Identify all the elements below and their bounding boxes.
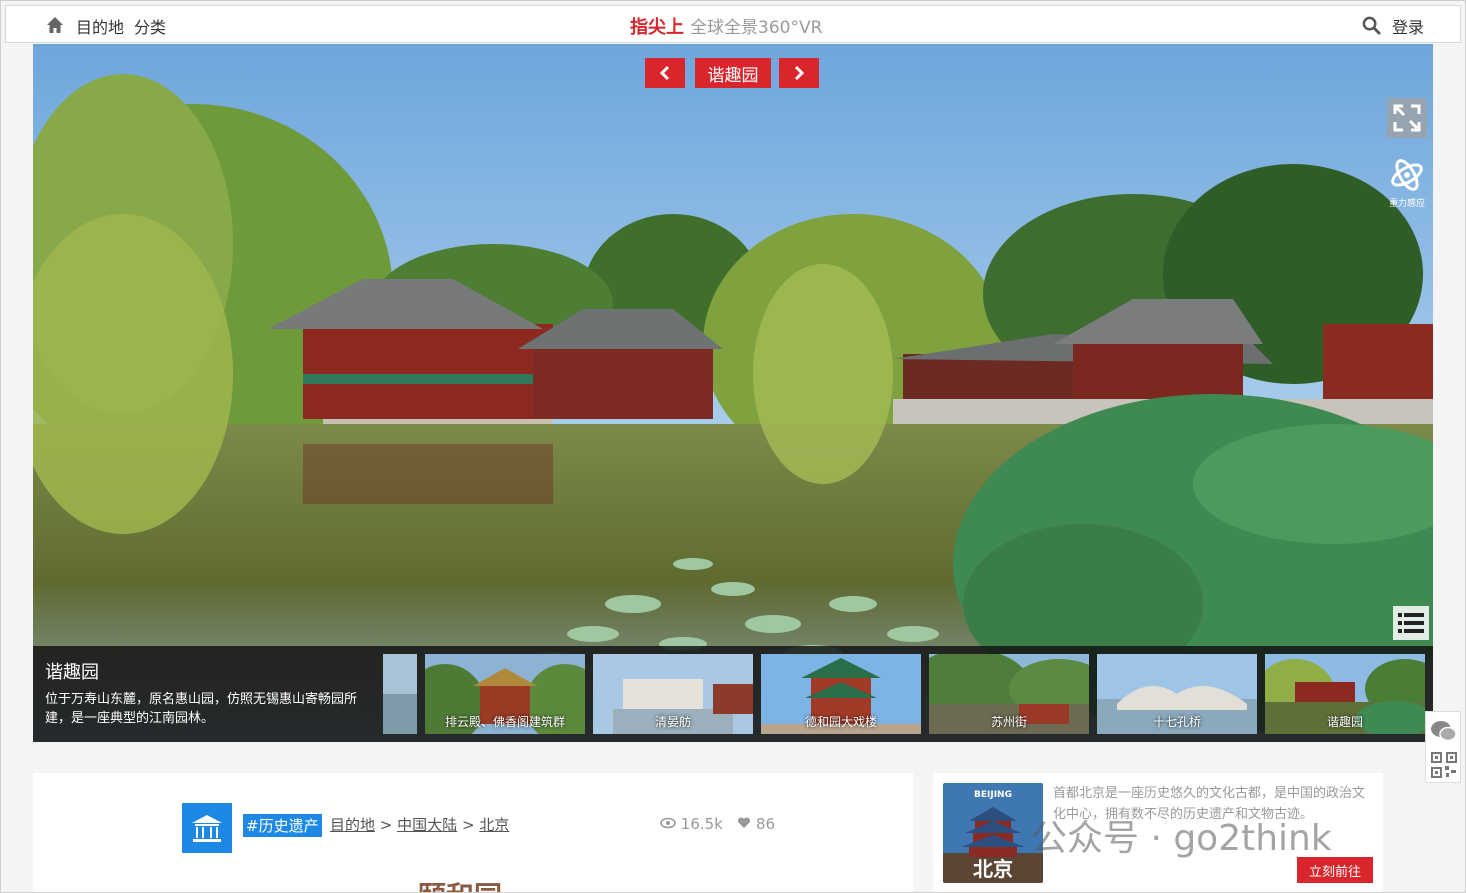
home-icon[interactable] [46,16,64,34]
breadcrumb-mainland[interactable]: 中国大陆 [397,816,457,834]
thumbnail-item[interactable]: 德和园大戏楼 [761,654,921,734]
gyro-label: 重力感应 [1388,199,1425,209]
wechat-side-widget[interactable] [1425,711,1461,783]
thumbnail-item-active[interactable]: 谐趣园 [1265,654,1425,734]
brand-name: 指尖上 [630,17,684,38]
temple-icon [192,815,222,842]
gyroscope-icon [1391,159,1423,191]
panorama-viewer[interactable]: 谐趣园 重力感应 谐趣园 位于万寿山东麓，原名惠山园，仿照无锡惠山寄畅园所建，是… [33,44,1433,742]
category-tag[interactable]: #历史遗产 [243,814,322,837]
view-count: 16.5k [680,815,723,833]
heart-icon[interactable] [737,817,751,829]
prev-scene-button[interactable] [645,58,685,88]
breadcrumb-destination[interactable]: 目的地 [330,816,375,834]
qr-code-icon[interactable] [1431,752,1457,778]
search-icon[interactable] [1362,16,1381,35]
brand-logo[interactable]: 指尖上 全球全景360°VR [630,13,822,39]
thumbnail-label: 德和园大戏楼 [804,715,877,729]
thumbnail-item[interactable]: 十七孔桥 [1097,654,1257,734]
thumbnail-item[interactable]: 清晏舫 [593,654,753,734]
brand-tagline: 全球全景360°VR [690,18,823,38]
city-image[interactable]: BEIJING 北京 [943,783,1043,883]
breadcrumb-separator: > [379,816,393,834]
scene-detail-panel: #历史遗产 目的地 > 中国大陆 > 北京 16.5k 86 颐和园 [33,773,913,892]
thumbnail-label: 苏州街 [990,715,1027,729]
thumbnail-label: 谐趣园 [1326,715,1363,729]
thumbnail-list[interactable]: 排云殿、佛香阁建筑群 清晏舫 德和园大戏楼 苏州街 十七孔桥 谐趣园 [383,654,1433,736]
page-title: 颐和园 [418,875,502,892]
watermark: 公众号 · go2think [1031,818,1332,859]
list-icon [1398,613,1424,633]
wechat-icon[interactable] [1427,714,1461,748]
category-heritage-icon [182,803,232,853]
like-count: 86 [755,815,776,833]
scene-strip: 谐趣园 位于万寿山东麓，原名惠山园，仿照无锡惠山寄畅园所建，是一座典型的江南园林… [33,646,1433,742]
eye-icon [660,817,676,829]
chevron-left-icon [659,65,670,81]
thumbnail-label: 十七孔桥 [1152,715,1201,729]
page: 目的地 分类 指尖上 全球全景360°VR 登录 谐趣园 重力感应 谐趣园 位于… [0,0,1466,893]
nav-destination[interactable]: 目的地 [76,14,124,38]
next-scene-button[interactable] [779,58,819,88]
scene-info-description: 位于万寿山东麓，原名惠山园，仿照无锡惠山寄畅园所建，是一座典型的江南园林。 [45,692,358,726]
fullscreen-button[interactable] [1387,98,1427,138]
scene-info-title: 谐趣园 [45,662,99,683]
gyro-button[interactable]: 重力感应 [1387,156,1427,212]
panorama-image[interactable] [33,44,1433,742]
thumbnail-label: 清晏舫 [654,715,691,729]
scene-title: 谐趣园 [695,58,771,88]
nav-category[interactable]: 分类 [134,14,166,38]
scene-info: 谐趣园 位于万寿山东麓，原名惠山园，仿照无锡惠山寄畅园所建，是一座典型的江南园林… [33,646,383,742]
thumbnail-image [383,654,417,734]
thumbnail-label: 排云殿、佛香阁建筑群 [444,715,565,729]
breadcrumb: 目的地 > 中国大陆 > 北京 [330,814,509,835]
breadcrumb-separator: > [461,816,475,834]
thumbnail-item[interactable]: 苏州街 [929,654,1089,734]
chevron-right-icon [794,65,805,81]
thumbnail-item[interactable]: 排云殿、佛香阁建筑群 [425,654,585,734]
city-image-name: 北京 [973,857,1013,881]
login-link[interactable]: 登录 [1392,14,1424,38]
scene-list-button[interactable] [1393,606,1429,640]
city-image-top-text: BEIJING [974,790,1012,800]
fullscreen-icon [1393,104,1421,132]
top-bar: 目的地 分类 指尖上 全球全景360°VR 登录 [5,5,1461,43]
scene-stats: 16.5k 86 [660,815,775,833]
breadcrumb-beijing[interactable]: 北京 [479,816,509,834]
thumbnail-item[interactable] [383,654,417,734]
